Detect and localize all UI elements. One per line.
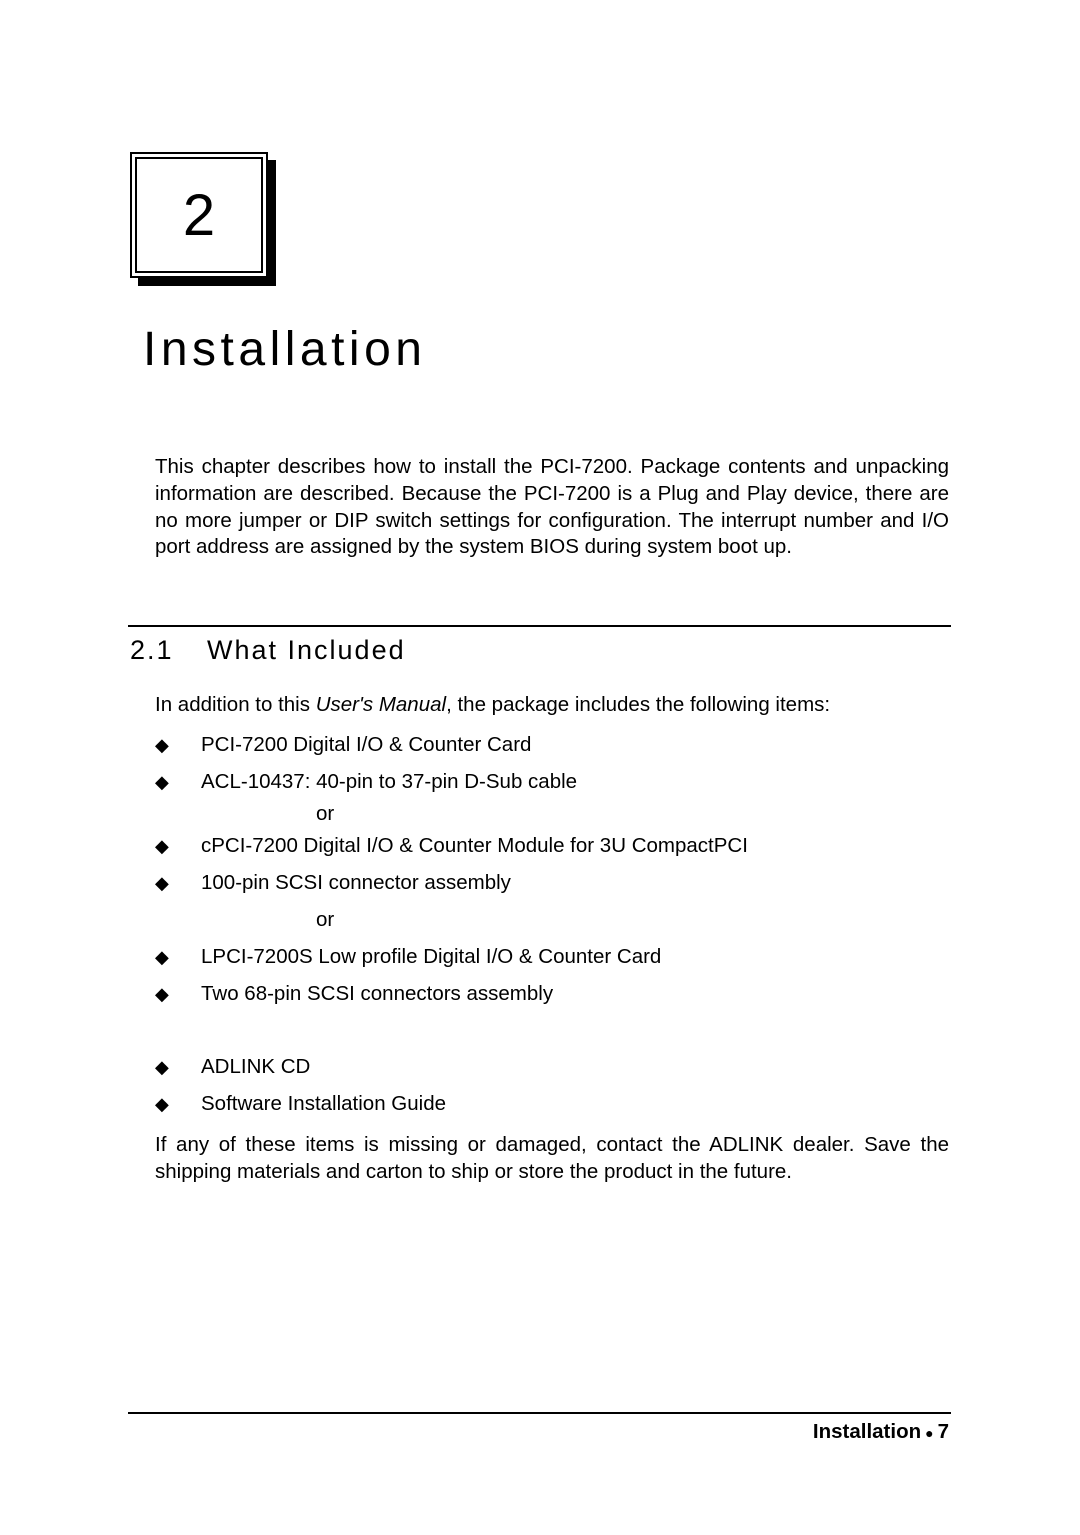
item-label: ADLINK CD <box>201 1055 311 1078</box>
item-label: LPCI-7200S Low profile Digital I/O & Cou… <box>201 945 662 968</box>
diamond-bullet-icon: ◆ <box>155 947 169 967</box>
diamond-bullet-icon: ◆ <box>155 1057 169 1077</box>
footer-divider <box>128 1412 951 1414</box>
diamond-bullet-icon: ◆ <box>155 772 169 792</box>
list-item: ◆ ADLINK CD <box>155 1055 310 1079</box>
page-number: 7 <box>937 1420 949 1443</box>
diamond-bullet-icon: ◆ <box>155 735 169 755</box>
item-label: 100-pin SCSI connector assembly <box>201 871 511 894</box>
item-label: PCI-7200 Digital I/O & Counter Card <box>201 733 532 756</box>
chapter-title: Installation <box>143 323 427 376</box>
diamond-bullet-icon: ◆ <box>155 873 169 893</box>
intro-text-end: , the package includes the following ite… <box>446 693 831 716</box>
bullet-dot-icon: ● <box>925 1425 934 1441</box>
or-separator: or <box>316 908 335 931</box>
page-footer: Installation ● 7 <box>813 1420 949 1444</box>
or-separator: or <box>316 802 335 825</box>
section-title: What Included <box>207 635 406 665</box>
section-number: 2.1 <box>130 635 174 665</box>
diamond-bullet-icon: ◆ <box>155 984 169 1004</box>
list-item: ◆ Two 68-pin SCSI connectors assembly <box>155 982 553 1006</box>
chapter-box-frame: 2 <box>130 152 268 278</box>
list-item: ◆ Software Installation Guide <box>155 1092 446 1116</box>
list-item: ◆ cPCI-7200 Digital I/O & Counter Module … <box>155 834 748 858</box>
chapter-number-box: 2 <box>130 152 276 286</box>
diamond-bullet-icon: ◆ <box>155 836 169 856</box>
section-divider <box>128 625 951 627</box>
list-item: ◆ 100-pin SCSI connector assembly <box>155 871 511 895</box>
chapter-number: 2 <box>135 157 263 273</box>
section-closing: If any of these items is missing or dama… <box>155 1133 949 1183</box>
manual-title: User's Manual <box>315 693 447 716</box>
chapter-intro: This chapter describes how to install th… <box>155 455 949 559</box>
list-item: ◆ PCI-7200 Digital I/O & Counter Card <box>155 733 531 757</box>
list-item: ◆ LPCI-7200S Low profile Digital I/O & Co… <box>155 945 661 969</box>
footer-label: Installation <box>812 1420 922 1443</box>
section-heading: 2.1 What Included <box>130 635 406 666</box>
item-label: Two 68-pin SCSI connectors assembly <box>201 982 554 1005</box>
intro-text: In addition to this <box>155 693 316 716</box>
list-item: ◆ ACL-10437: 40-pin to 37-pin D-Sub cable <box>155 770 577 794</box>
section-intro: In addition to this User's Manual, the p… <box>155 693 830 717</box>
diamond-bullet-icon: ◆ <box>155 1094 169 1114</box>
item-label: Software Installation Guide <box>201 1092 446 1115</box>
item-label: ACL-10437: 40-pin to 37-pin D-Sub cable <box>201 770 578 793</box>
item-label: cPCI-7200 Digital I/O & Counter Module f… <box>201 834 748 857</box>
